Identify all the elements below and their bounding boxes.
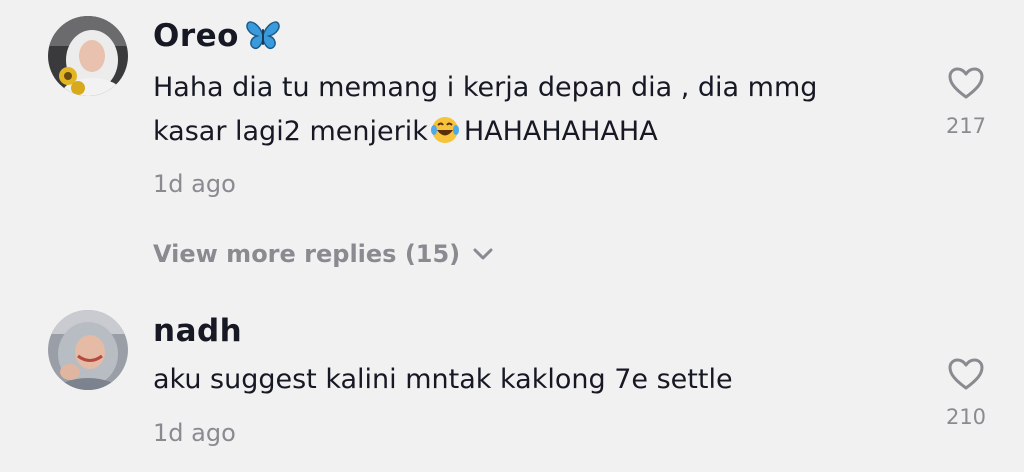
chevron-down-icon <box>473 248 493 260</box>
like-count: 210 <box>945 405 987 429</box>
username[interactable]: nadh <box>153 313 242 349</box>
like-button[interactable]: 217 <box>942 66 990 138</box>
butterfly-emoji-icon <box>246 21 280 50</box>
comments-section: Oreo Haha dia tu memang i kerja depan di… <box>0 0 1024 472</box>
like-button[interactable]: 210 <box>942 357 990 429</box>
comment-text: aku suggest kalini mntak kaklong 7e sett… <box>153 364 733 395</box>
comment-item: nadh aku suggest kalini mntak kaklong 7e… <box>0 295 1024 472</box>
avatar[interactable] <box>48 16 128 96</box>
comment-item: Oreo Haha dia tu memang i kerja depan di… <box>0 0 1024 268</box>
face-with-tears-of-joy-emoji-icon <box>430 117 459 143</box>
avatar[interactable] <box>48 310 128 390</box>
comment-time: 1d ago <box>153 170 236 198</box>
view-more-replies-button[interactable]: View more replies (15) <box>153 240 494 268</box>
heart-icon[interactable] <box>947 66 985 100</box>
comment-text: Haha dia tu memang i kerja depan dia , d… <box>153 72 818 147</box>
heart-icon[interactable] <box>947 357 985 391</box>
like-count: 217 <box>945 114 987 138</box>
comment-time: 1d ago <box>153 419 236 447</box>
username[interactable]: Oreo <box>153 18 239 54</box>
view-more-replies-label: View more replies (15) <box>153 240 461 268</box>
